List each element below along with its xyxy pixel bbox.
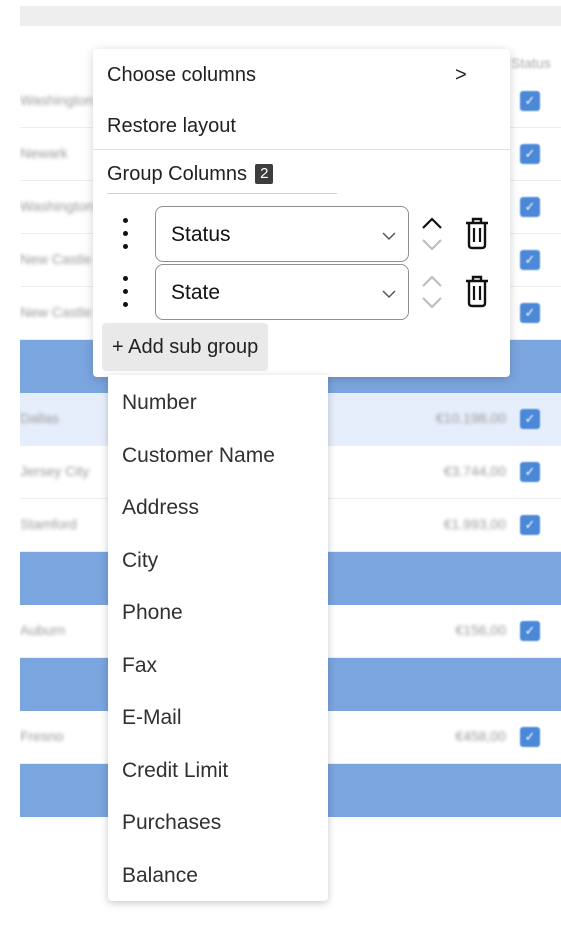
group-select-value: Status	[171, 223, 231, 246]
group-select-status[interactable]: Status	[155, 206, 409, 262]
amount-cell: €1.993,00	[443, 516, 506, 532]
city-cell: Auburn	[20, 622, 66, 638]
status-checkbox[interactable]: ✓	[520, 409, 540, 429]
group-columns-heading: Group Columns 2	[107, 163, 274, 186]
dropdown-option[interactable]: Number	[122, 391, 197, 415]
status-checkbox[interactable]: ✓	[520, 621, 540, 641]
status-checkbox[interactable]: ✓	[520, 462, 540, 482]
menu-divider	[93, 149, 510, 150]
city-cell: Fresno	[20, 728, 64, 744]
status-checkbox[interactable]: ✓	[520, 250, 540, 270]
amount-cell: €458,00	[455, 728, 506, 744]
status-checkbox[interactable]: ✓	[520, 515, 540, 535]
dropdown-option[interactable]: City	[122, 549, 158, 573]
status-checkbox[interactable]: ✓	[520, 303, 540, 323]
grid-toolbar	[20, 6, 561, 26]
group-count-badge: 2	[255, 164, 274, 184]
drag-handle-icon[interactable]	[121, 276, 129, 310]
city-cell: New Castle	[20, 251, 92, 267]
dropdown-option[interactable]: Fax	[122, 654, 157, 678]
trash-icon[interactable]	[463, 216, 491, 250]
city-cell: Washington	[20, 92, 94, 108]
dropdown-option[interactable]: Phone	[122, 601, 183, 625]
chevron-down-icon	[382, 290, 396, 299]
group-row-state: State	[93, 264, 510, 320]
group-columns-underline	[107, 193, 337, 194]
status-checkbox[interactable]: ✓	[520, 197, 540, 217]
chevron-down-icon	[382, 232, 396, 241]
city-cell: Stamford	[20, 516, 77, 532]
dropdown-option[interactable]: Credit Limit	[122, 759, 228, 783]
amount-cell: €10.198,00	[435, 410, 506, 426]
move-up-down-icon[interactable]	[419, 272, 445, 312]
amount-cell: €156,00	[455, 622, 506, 638]
dropdown-option[interactable]: Balance	[122, 864, 198, 888]
group-columns-label: Group Columns	[107, 163, 248, 185]
status-checkbox[interactable]: ✓	[520, 727, 540, 747]
status-column-header[interactable]: Status	[511, 55, 551, 71]
drag-handle-icon[interactable]	[121, 218, 129, 252]
choose-columns-item[interactable]: Choose columns	[107, 64, 256, 87]
dropdown-option[interactable]: E-Mail	[122, 706, 182, 730]
group-select-state[interactable]: State	[155, 264, 409, 320]
dropdown-option[interactable]: Customer Name	[122, 444, 275, 468]
city-cell: Newark	[20, 145, 68, 161]
city-cell: New Castle	[20, 304, 92, 320]
status-checkbox[interactable]: ✓	[520, 144, 540, 164]
city-cell: Jersey City	[20, 463, 90, 479]
amount-cell: €3.744,00	[443, 463, 506, 479]
group-row-status: Status	[93, 206, 510, 262]
restore-layout-item[interactable]: Restore layout	[107, 115, 236, 138]
status-checkbox[interactable]: ✓	[520, 91, 540, 111]
move-up-down-icon[interactable]	[419, 214, 445, 254]
add-sub-group-button[interactable]: + Add sub group	[102, 323, 269, 371]
dropdown-option[interactable]: Address	[122, 496, 199, 520]
column-menu: Choose columns > Restore layout Group Co…	[93, 49, 510, 377]
group-select-value: State	[171, 281, 221, 304]
city-cell: Washington	[20, 198, 94, 214]
dropdown-option[interactable]: Purchases	[122, 811, 221, 835]
chevron-right-icon: >	[455, 64, 467, 86]
trash-icon[interactable]	[463, 274, 491, 308]
city-cell: Dallas	[20, 410, 59, 426]
column-options-dropdown: Number Customer Name Address City Phone Fax E-…	[108, 375, 328, 901]
